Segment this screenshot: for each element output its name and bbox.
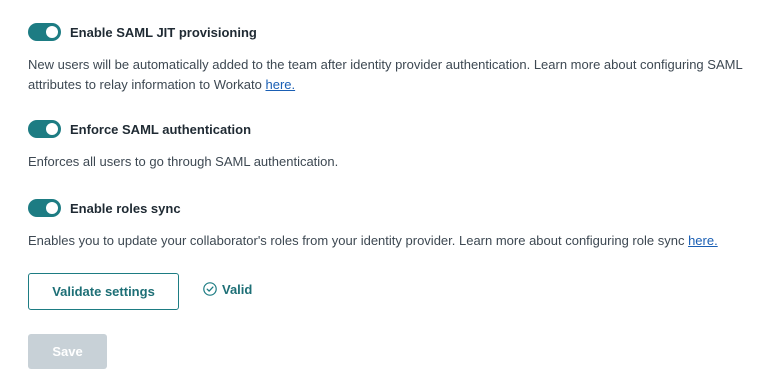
validation-status-text: Valid bbox=[222, 281, 253, 297]
setting-header: Enable SAML JIT provisioning bbox=[28, 22, 748, 42]
toggle-knob bbox=[46, 202, 58, 214]
enforce-saml-toggle[interactable] bbox=[28, 120, 61, 138]
setting-enforce-saml-authentication: Enforce SAML authentication Enforces all… bbox=[28, 119, 748, 172]
setting-title: Enable SAML JIT provisioning bbox=[70, 24, 257, 40]
setting-enable-roles-sync: Enable roles sync Enables you to update … bbox=[28, 198, 748, 251]
learn-more-link[interactable]: here. bbox=[688, 233, 718, 248]
description-text: New users will be automatically added to… bbox=[28, 57, 743, 92]
toggle-knob bbox=[46, 26, 58, 38]
setting-saml-jit-provisioning: Enable SAML JIT provisioning New users w… bbox=[28, 22, 748, 95]
setting-title: Enable roles sync bbox=[70, 200, 181, 216]
setting-header: Enable roles sync bbox=[28, 198, 748, 218]
setting-description: Enables you to update your collaborator'… bbox=[28, 231, 748, 251]
setting-header: Enforce SAML authentication bbox=[28, 119, 748, 139]
description-text: Enforces all users to go through SAML au… bbox=[28, 154, 339, 169]
setting-description: Enforces all users to go through SAML au… bbox=[28, 152, 748, 172]
check-circle-icon bbox=[203, 282, 217, 296]
description-text: Enables you to update your collaborator'… bbox=[28, 233, 689, 248]
validation-status: Valid bbox=[203, 281, 252, 297]
saml-jit-toggle[interactable] bbox=[28, 23, 61, 41]
setting-title: Enforce SAML authentication bbox=[70, 121, 252, 137]
learn-more-link[interactable]: here. bbox=[265, 77, 295, 92]
validate-settings-button[interactable]: Validate settings bbox=[28, 273, 179, 310]
save-button[interactable]: Save bbox=[28, 334, 107, 369]
toggle-knob bbox=[46, 123, 58, 135]
roles-sync-toggle[interactable] bbox=[28, 199, 61, 217]
setting-description: New users will be automatically added to… bbox=[28, 55, 748, 95]
